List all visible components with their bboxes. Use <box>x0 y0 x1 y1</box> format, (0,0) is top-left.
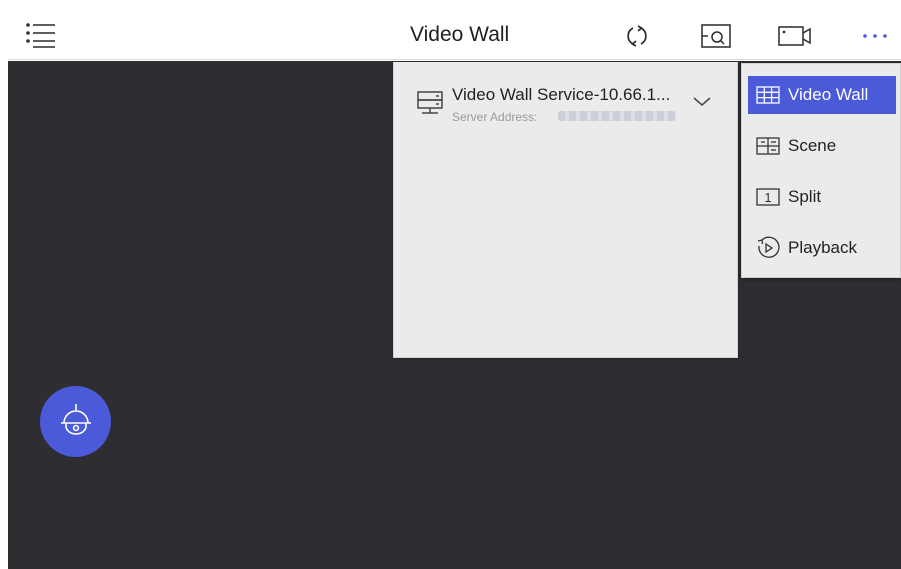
menu-item-label: Video Wall <box>788 85 869 104</box>
service-panel: Video Wall Service-10.66.1... Server Add… <box>393 62 738 358</box>
server-address-redacted <box>558 111 676 121</box>
menu-list-icon[interactable] <box>24 21 58 49</box>
grid-wall-icon <box>756 84 780 106</box>
menu-item-playback[interactable]: Playback <box>748 229 896 267</box>
view-mode-menu: Video Wall Scene 1 Split Playback <box>741 63 901 278</box>
split-glyph: 1 <box>764 190 771 205</box>
scene-icon <box>756 135 780 157</box>
server-icon <box>416 88 444 116</box>
playback-icon <box>756 236 780 259</box>
top-bar: Video Wall <box>8 10 901 60</box>
ptz-control-button[interactable] <box>40 386 111 457</box>
service-name: Video Wall Service-10.66.1... <box>452 85 671 104</box>
ptz-dome-camera-icon <box>56 399 96 444</box>
refresh-icon[interactable] <box>620 22 654 50</box>
split-1-icon: 1 <box>756 186 780 208</box>
server-address-label: Server Address: <box>452 110 538 124</box>
more-dots-icon[interactable] <box>858 24 892 48</box>
chevron-down-icon[interactable] <box>690 92 714 112</box>
menu-item-split[interactable]: 1 Split <box>748 178 896 216</box>
page-title: Video Wall <box>410 23 510 46</box>
menu-item-video-wall[interactable]: Video Wall <box>748 76 896 114</box>
service-item[interactable]: Video Wall Service-10.66.1... Server Add… <box>394 62 737 132</box>
menu-item-label: Split <box>788 187 822 206</box>
menu-item-scene[interactable]: Scene <box>748 127 896 165</box>
window-search-icon[interactable] <box>698 22 736 50</box>
menu-item-label: Playback <box>788 238 857 257</box>
video-camera-icon[interactable] <box>776 22 816 50</box>
menu-item-label: Scene <box>788 136 837 155</box>
